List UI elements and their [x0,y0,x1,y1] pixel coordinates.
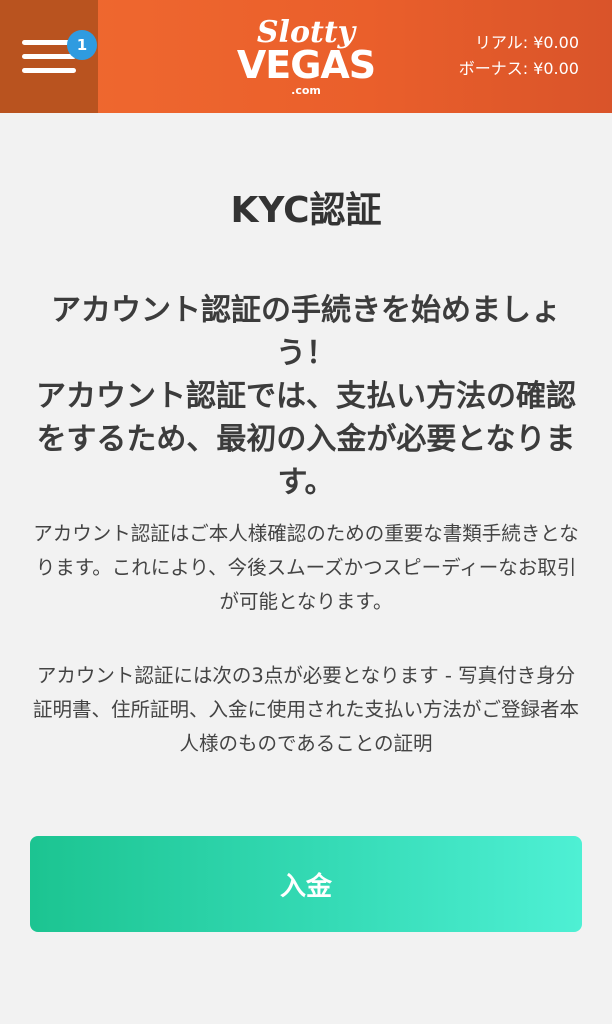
subheading-start: アカウント認証の手続きを始めましょう！ [51,293,561,371]
subheading-requirement: アカウント認証では、支払い方法の確認をするため、最初の入金が必要となります。 [36,379,576,500]
top-header: 1 Slotty VEGAS .com リアル: ¥0.00 ボーナス: ¥0.… [0,0,612,113]
real-balance: リアル: ¥0.00 [474,33,579,52]
menu-button[interactable]: 1 [0,0,98,113]
slotty-vegas-logo[interactable]: Slotty VEGAS .com [230,8,382,100]
kyc-description: アカウント認証はご本人様確認のための重要な書類手続きとなります。これにより、今後… [33,522,579,613]
balance-panel[interactable]: リアル: ¥0.00 ボーナス: ¥0.00 [459,30,579,82]
kyc-subheading: アカウント認証の手続きを始めましょう！ アカウント認証では、支払い方法の確認をす… [30,289,582,504]
logo-text-com: .com [291,84,321,97]
hamburger-icon-bar-middle [22,54,76,59]
logo-text-vegas: VEGAS [237,43,375,87]
hamburger-icon-bar-bottom [22,68,76,73]
page-title: KYC認証 [230,190,382,231]
notification-badge: 1 [67,30,97,60]
kyc-requirements: アカウント認証には次の3点が必要となります - 写真付き身分証明書、住所証明、入… [32,664,579,755]
deposit-button[interactable]: 入金 [30,836,582,932]
bonus-balance: ボーナス: ¥0.00 [458,59,579,78]
